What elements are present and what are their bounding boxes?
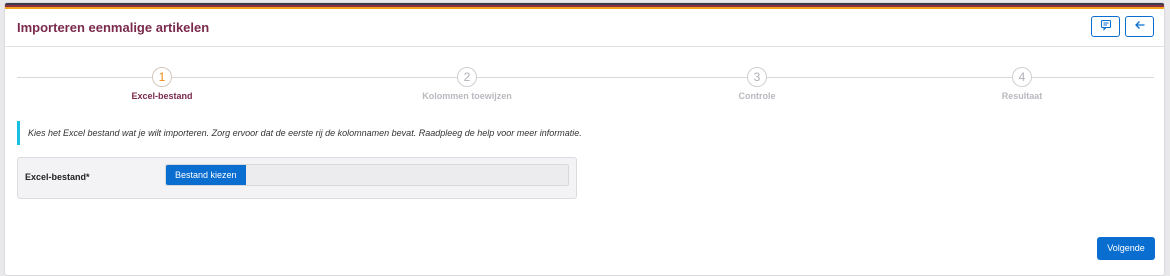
- step-number: 2: [457, 67, 477, 87]
- step-number: 1: [152, 67, 172, 87]
- info-message: Kies het Excel bestand wat je wilt impor…: [17, 121, 582, 145]
- step-kolommen-toewijzen: 2 Kolommen toewijzen: [367, 67, 567, 101]
- import-card: Importeren eenmalige artikelen 1 Excel-b…: [4, 2, 1165, 276]
- file-input[interactable]: Bestand kiezen: [165, 164, 569, 186]
- step-label: Resultaat: [1001, 91, 1043, 101]
- arrow-left-icon: [1134, 18, 1146, 36]
- back-button[interactable]: [1125, 16, 1154, 37]
- choose-file-button[interactable]: Bestand kiezen: [166, 165, 246, 185]
- step-excel-bestand: 1 Excel-bestand: [62, 67, 262, 101]
- next-button[interactable]: Volgende: [1097, 237, 1155, 260]
- step-number: 3: [747, 67, 767, 87]
- step-label: Controle: [738, 91, 776, 101]
- card-header: Importeren eenmalige artikelen: [5, 9, 1164, 47]
- step-resultaat: 4 Resultaat: [922, 67, 1122, 101]
- comment-icon: [1100, 18, 1112, 36]
- step-label: Kolommen toewijzen: [422, 91, 512, 101]
- step-label: Excel-bestand: [131, 91, 193, 101]
- file-field-label: Excel-bestand*: [25, 172, 90, 182]
- page-title: Importeren eenmalige artikelen: [17, 20, 210, 35]
- step-controle: 3 Controle: [657, 67, 857, 101]
- step-number: 4: [1012, 67, 1032, 87]
- import-stepper: 1 Excel-bestand 2 Kolommen toewijzen 3 C…: [5, 67, 1164, 107]
- file-upload-form: Excel-bestand* Bestand kiezen: [17, 157, 577, 199]
- feedback-button[interactable]: [1091, 16, 1120, 37]
